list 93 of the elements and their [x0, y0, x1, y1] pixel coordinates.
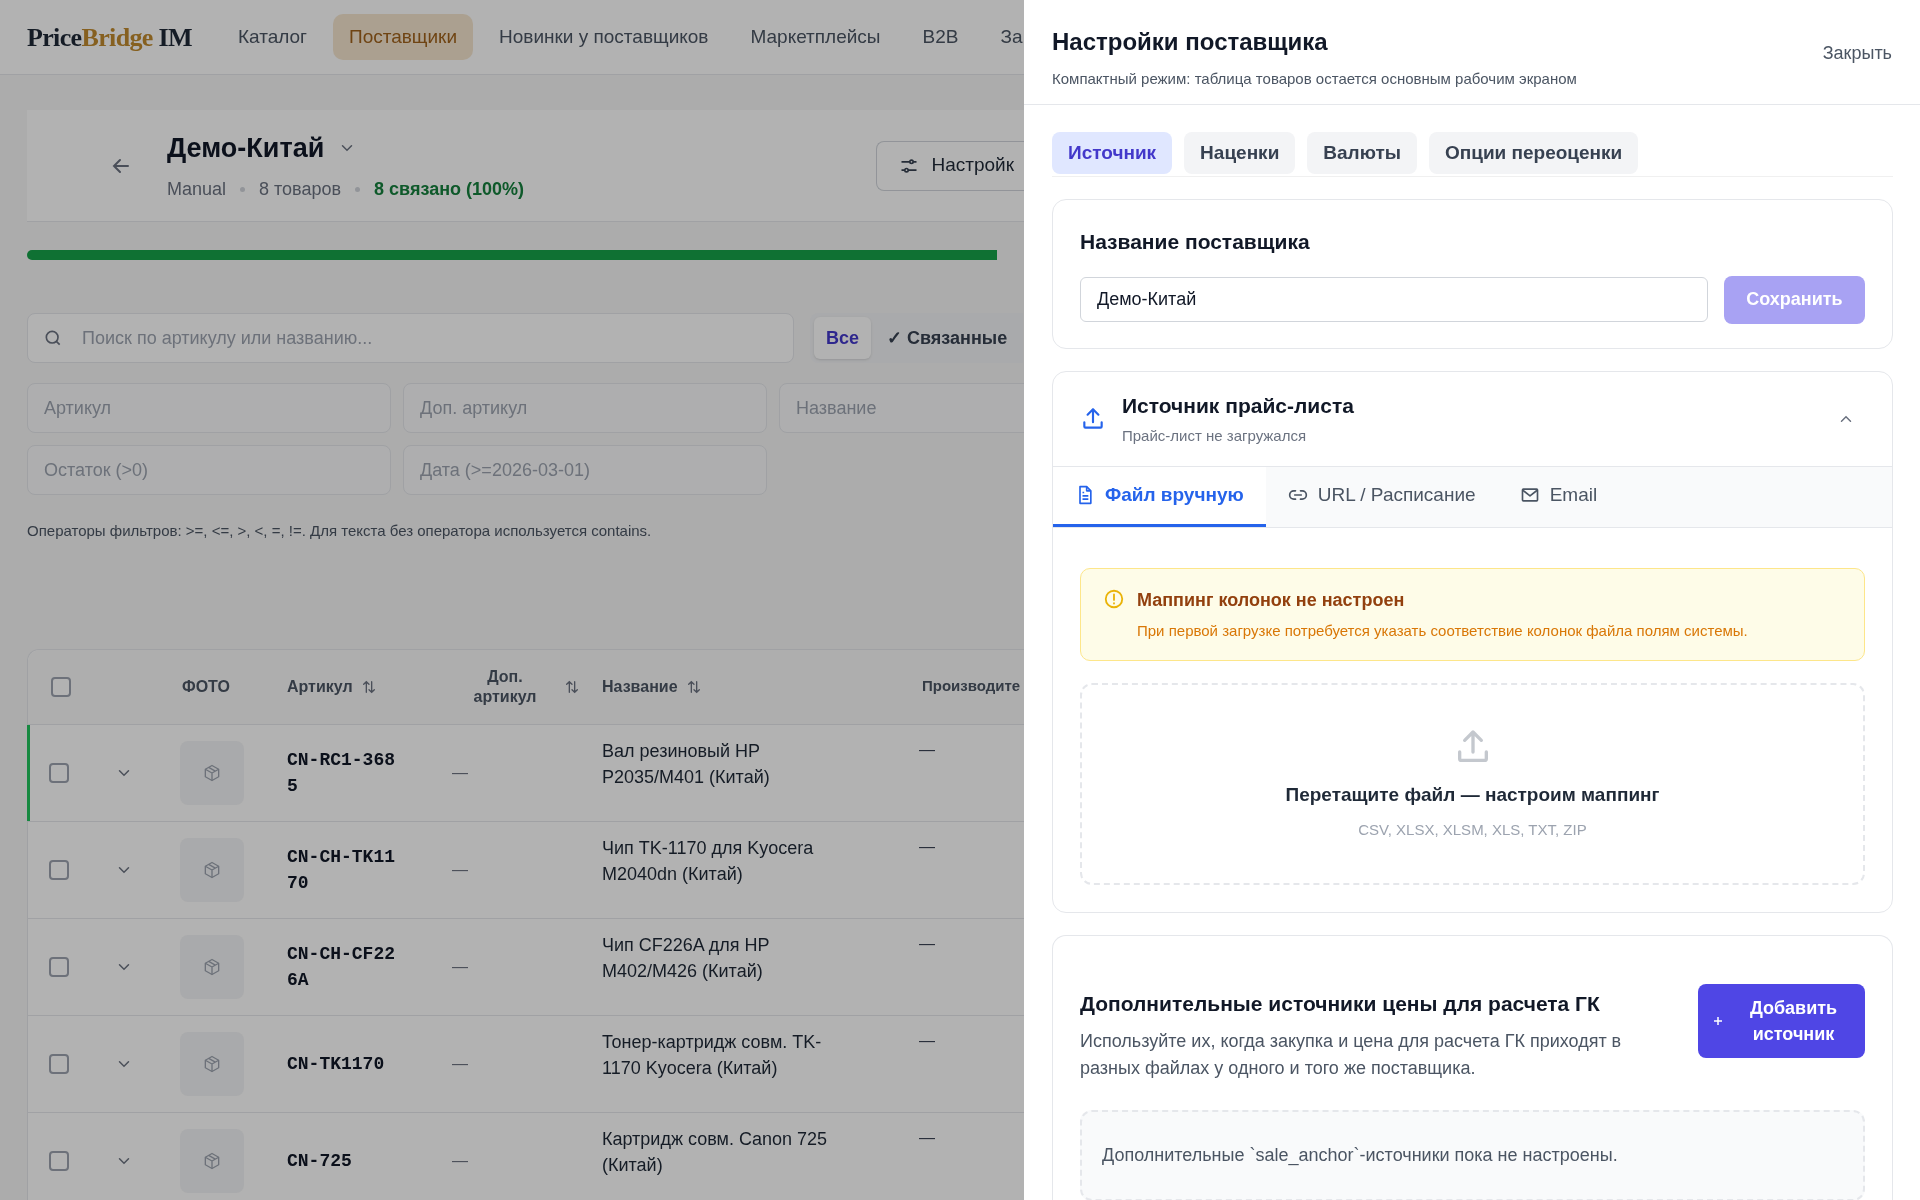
box-icon — [202, 762, 222, 783]
source-tab[interactable]: Файл вручную — [1053, 466, 1266, 527]
box-icon — [202, 956, 222, 977]
checkbox[interactable] — [51, 676, 71, 697]
table-cell: — — [452, 957, 468, 975]
table-cell: — — [919, 1128, 935, 1146]
column-header[interactable]: ФОТО — [182, 674, 230, 699]
table-cell: — — [919, 934, 935, 952]
supplier-meta: Manual — [167, 178, 227, 202]
supplier-meta: 8 связано (100%) — [374, 178, 525, 202]
sku-cell-text: CN-725 — [287, 1149, 353, 1173]
settings-tab[interactable]: Наценки — [1184, 132, 1296, 174]
supplier-title: Демо-Китай — [167, 131, 325, 165]
source-tab[interactable]: Email — [1497, 466, 1620, 527]
table-row[interactable]: CN-TK1170 — Тонер-картридж совм. TK-1170 Kyocera (Китай) — — [28, 1015, 1024, 1113]
section-title: Дополнительные источники цены для расчета ГК — [1080, 991, 1601, 1017]
table-cell: — — [452, 763, 468, 781]
settings-tab[interactable]: Опции переоценки — [1428, 132, 1639, 174]
sort-icon[interactable] — [360, 678, 377, 695]
table-cell: — — [452, 860, 468, 878]
settings-tab[interactable]: Источник — [1052, 132, 1173, 174]
filter-toggle[interactable]: ✓ Связанные — [875, 317, 1020, 359]
column-header[interactable]: Производите — [922, 675, 1021, 698]
section-subtitle: Прайс-лист не загружался — [1122, 426, 1308, 446]
checkbox[interactable] — [49, 762, 69, 783]
panel-title: Настройки поставщика — [1052, 27, 1329, 57]
settings-button[interactable]: Настройк — [876, 140, 1024, 191]
table-cell: — — [919, 1031, 935, 1049]
sort-icon[interactable] — [564, 678, 580, 695]
product-name: Чип TK-1170 для Kyocera M2040dn (Китай) — [602, 836, 815, 886]
column-header[interactable]: Доп. артикул — [460, 666, 550, 707]
filter-field[interactable]: Остаток (>0) — [27, 445, 391, 495]
supplier-meta: 8 товаров — [259, 178, 342, 202]
filter-toggle[interactable]: Все — [814, 317, 872, 359]
sku-cell-text: CN-TK1170 — [287, 1052, 386, 1076]
box-icon — [202, 1053, 222, 1074]
table-cell: — — [452, 1151, 468, 1169]
supplier-name-input[interactable]: Демо-Китай — [1080, 277, 1708, 322]
box-icon — [202, 1150, 222, 1171]
table-cell: — — [452, 1054, 468, 1072]
nav-link[interactable]: Поставщики — [333, 13, 474, 61]
alert-text: При первой загрузке потребуется указать соответствие колонок файла полям системы. — [1137, 620, 1748, 641]
table-cell: — — [919, 837, 935, 855]
filter-field[interactable]: Артикул — [27, 383, 391, 433]
add-source-button[interactable]: Добавить источник — [1698, 984, 1865, 1058]
search-icon — [43, 328, 63, 348]
sku-cell-text: CN-CH-CF226A — [287, 942, 397, 992]
upload-icon — [1080, 405, 1106, 432]
table-row[interactable]: CN-CH-CF226A — Чип CF226A для HP M402/M426 (Китай) — — [28, 918, 1024, 1016]
filter-field[interactable]: Дата (>=2026-03-01) — [403, 445, 767, 495]
section-description: Используйте их, когда закупка и цена для расчета ГК приходят в разных файлах у одного и того же поставщика. — [1080, 1029, 1623, 1080]
source-tab[interactable]: URL / Расписание — [1265, 466, 1498, 527]
product-name: Картридж совм. Canon 725 (Китай) — [602, 1127, 828, 1177]
filter-field[interactable]: Доп. артикул — [403, 383, 767, 433]
nav-link[interactable]: B2B — [906, 13, 975, 61]
nav-link[interactable]: Каталог — [221, 13, 323, 61]
sku-cell-text: CN-CH-TK1170 — [287, 845, 397, 895]
close-button[interactable]: Закрыть — [1822, 40, 1892, 67]
filter-hint: Операторы фильтров: >=, <=, >, <, =, !=. Для текста без оператора используется contains. — [27, 521, 653, 541]
checkbox[interactable] — [49, 1150, 69, 1171]
section-title: Источник прайс-листа — [1122, 392, 1354, 419]
checkbox[interactable] — [49, 1053, 69, 1074]
column-header[interactable]: Название — [602, 674, 678, 699]
box-icon — [202, 859, 222, 880]
sort-icon[interactable] — [685, 678, 702, 695]
settings-tab[interactable]: Валюты — [1307, 132, 1417, 174]
table-row[interactable]: CN-CH-TK1170 — Чип TK-1170 для Kyocera M2040dn (Китай) — — [28, 821, 1024, 919]
file-dropzone[interactable]: Перетащите файл — настроим маппинг CSV, XLSX, XLSM, XLS, TXT, ZIP — [1080, 683, 1865, 885]
dropzone-formats: CSV, XLSX, XLSM, XLS, TXT, ZIP — [1358, 820, 1587, 840]
plus-icon — [1712, 1015, 1724, 1027]
logo[interactable]: PriceBridge IM — [27, 17, 192, 57]
table-cell: — — [919, 740, 935, 758]
alert-title: Маппинг колонок не настроен — [1137, 588, 1406, 612]
table-row[interactable]: CN-725 — Картридж совм. Canon 725 (Китай) — — [28, 1112, 1024, 1200]
empty-state: Дополнительные `sale_anchor`-источники пока не настроены. — [1080, 1109, 1865, 1200]
mail-icon — [1519, 485, 1540, 505]
product-name: Тонер-картридж совм. TK-1170 Kyocera (Китай) — [602, 1030, 823, 1080]
dropzone-text: Перетащите файл — настроим маппинг — [1285, 782, 1660, 807]
product-name: Чип CF226A для HP M402/M426 (Китай) — [602, 933, 771, 983]
panel-subtitle: Компактный режим: таблица товаров остается основным рабочим экраном — [1052, 69, 1577, 89]
nav-link[interactable]: За — [984, 13, 1024, 61]
checkbox[interactable] — [49, 859, 69, 880]
column-header[interactable]: Артикул — [287, 674, 353, 699]
card-title: Название поставщика — [1080, 229, 1311, 255]
warning-icon — [1103, 587, 1125, 610]
product-name: Вал резиновый HP P2035/M401 (Китай) — [602, 739, 771, 789]
search-field[interactable]: Поиск по артикулу или названию... — [27, 313, 794, 363]
checkbox[interactable] — [49, 956, 69, 977]
filter-field[interactable]: Название — [779, 383, 1024, 433]
sku-cell-text: CN-RC1-3685 — [287, 748, 397, 798]
nav-link[interactable]: Маркетплейсы — [734, 13, 897, 61]
table-row[interactable]: CN-RC1-3685 — Вал резиновый HP P2035/M401 (Китай) — — [28, 724, 1024, 822]
nav-link[interactable]: Новинки у поставщиков — [483, 13, 725, 61]
